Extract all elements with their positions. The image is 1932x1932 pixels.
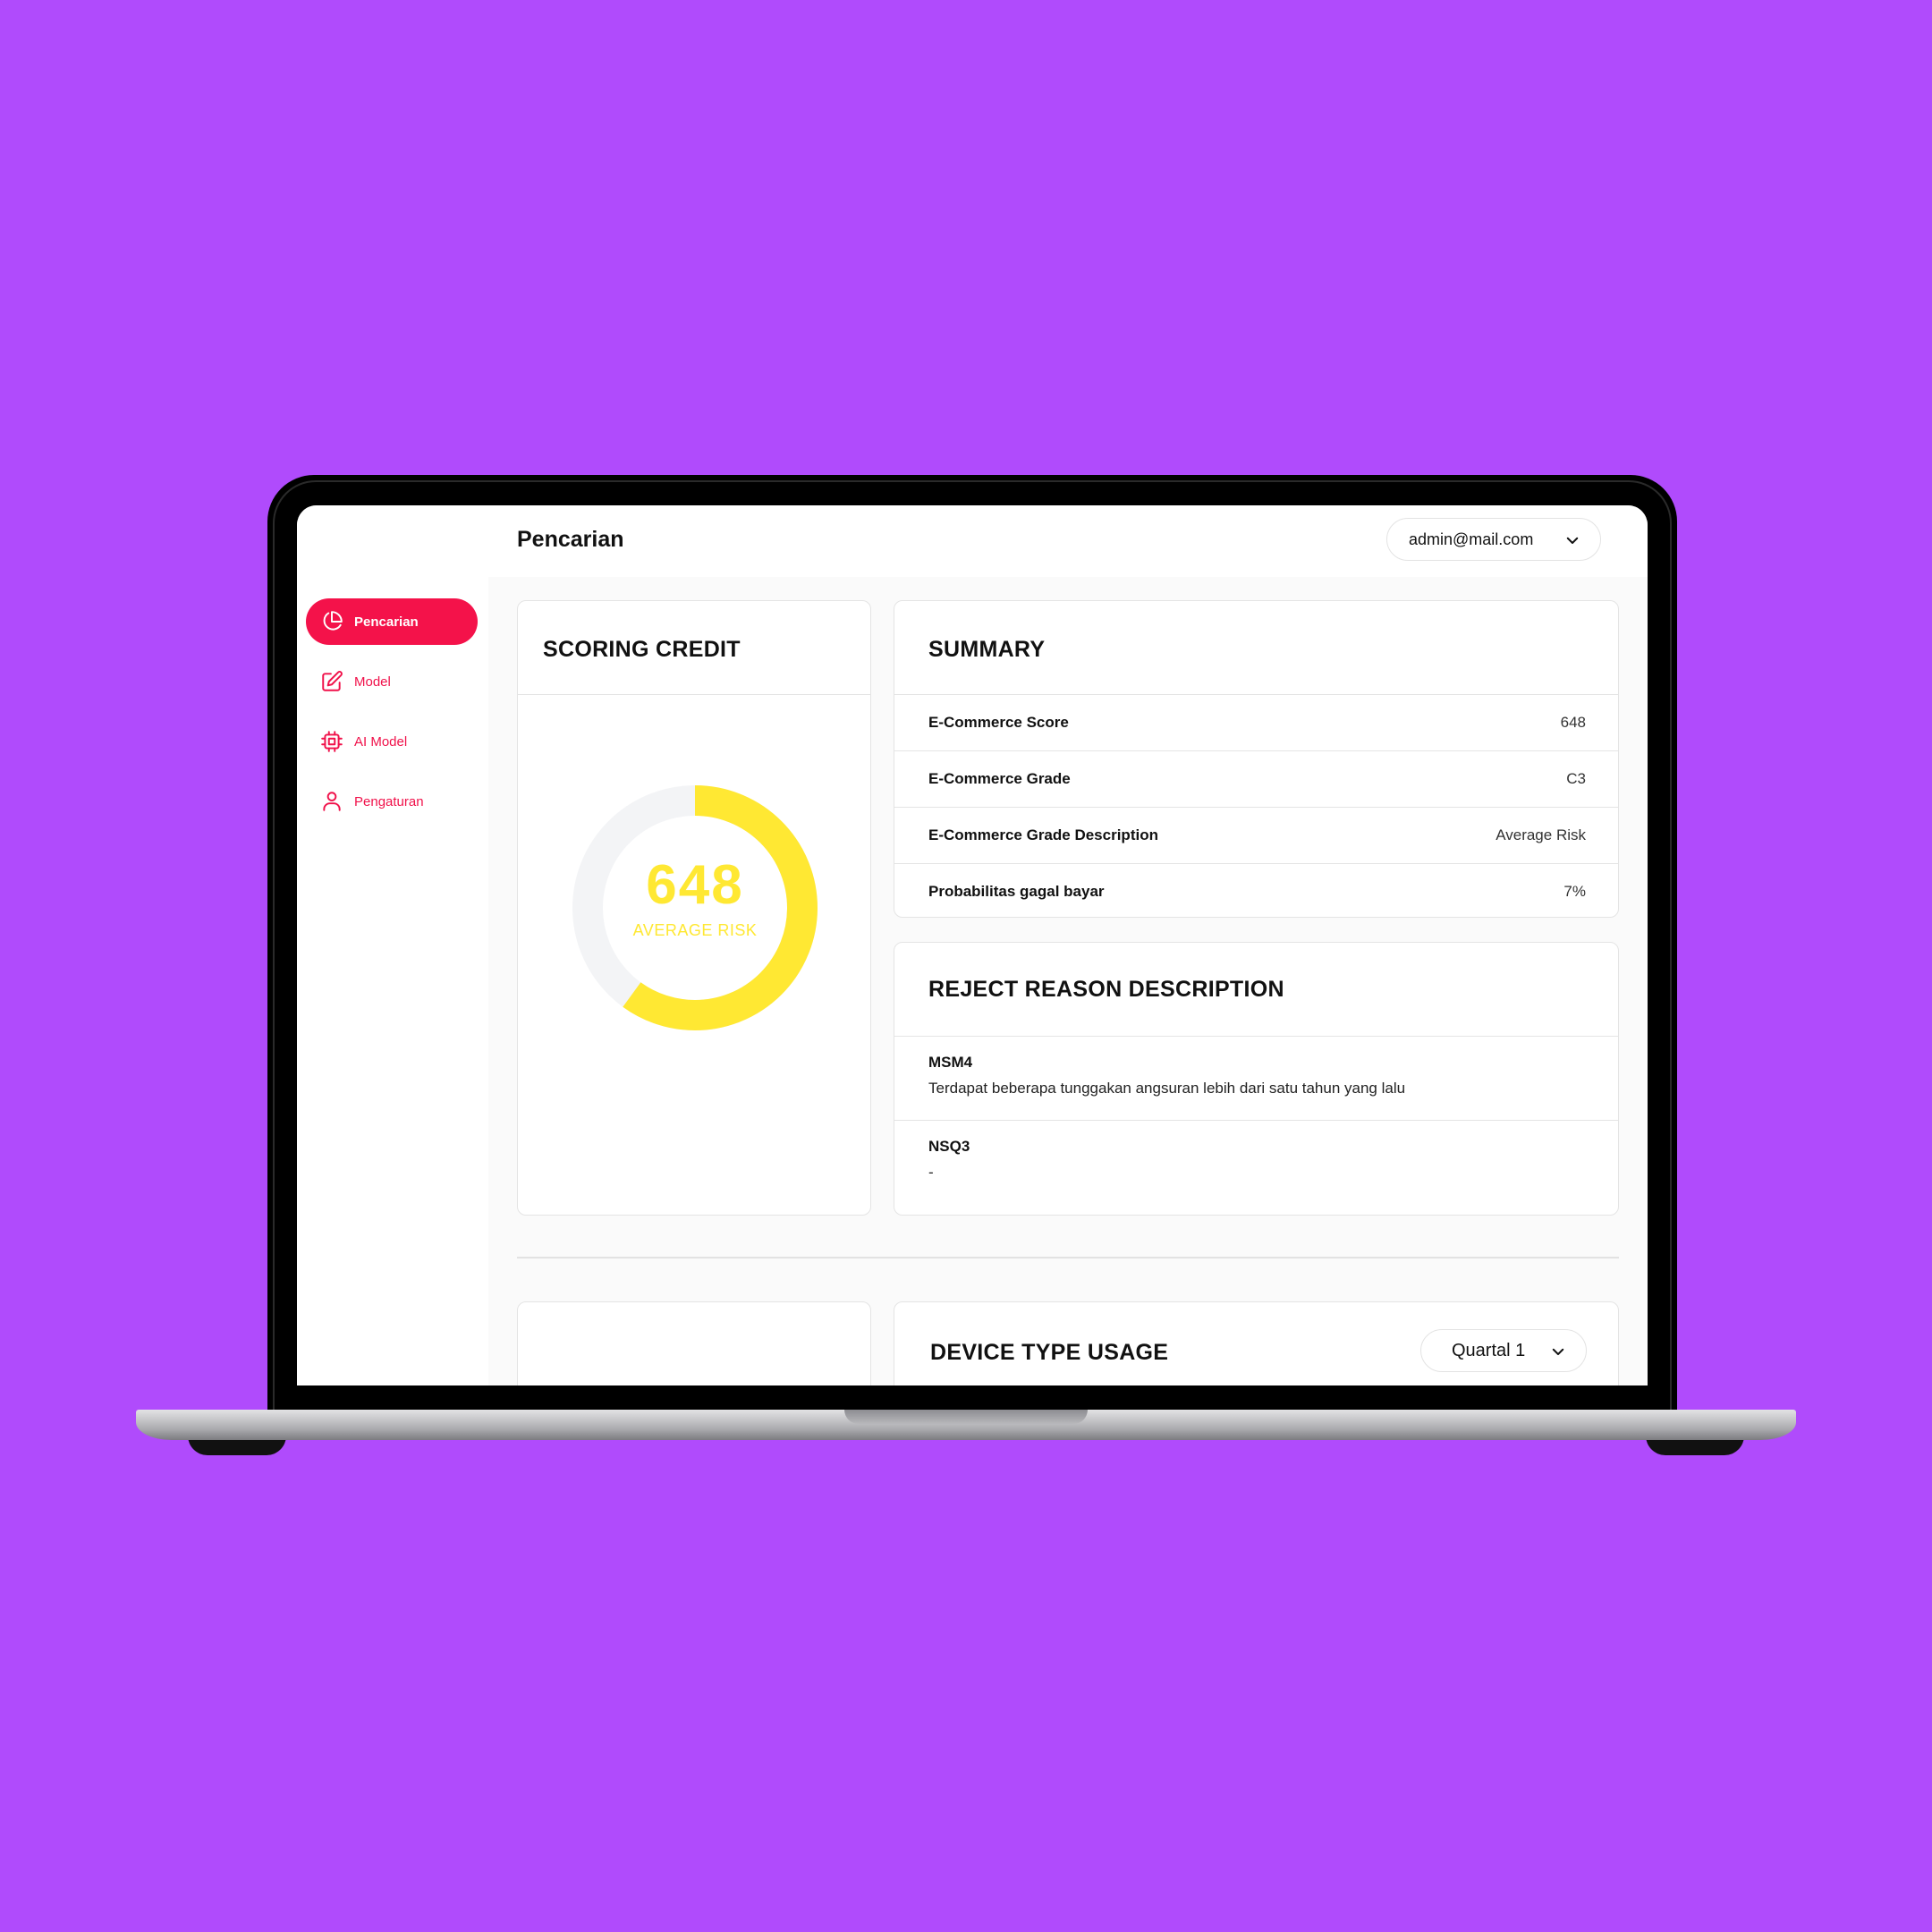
card-divider: [894, 1036, 1618, 1037]
scoring-credit-card: SCORING CREDIT 648 AVERAGE RISK: [517, 600, 871, 1216]
reason-description: -: [928, 1164, 934, 1181]
sidebar-item-model[interactable]: Model: [306, 658, 478, 705]
card-divider: [518, 694, 870, 695]
sidebar-item-pencarian[interactable]: Pencarian: [306, 598, 478, 645]
summary-value: Average Risk: [1496, 826, 1586, 843]
device-chart-card: [517, 1301, 871, 1385]
edit-icon: [322, 671, 343, 691]
reject-reason-card: REJECT REASON DESCRIPTION MSM4 Terdapat …: [894, 942, 1619, 1216]
sidebar: Pencarian Model AI Model Pengaturan: [297, 505, 488, 1385]
sidebar-item-label: Pencarian: [354, 614, 419, 630]
summary-label: E-Commerce Grade: [928, 770, 1071, 787]
device-type-usage-card: DEVICE TYPE USAGE Quartal 1: [894, 1301, 1619, 1385]
summary-value: 7%: [1563, 883, 1586, 900]
sidebar-item-ai-model[interactable]: AI Model: [306, 718, 478, 765]
chevron-down-icon: [1566, 537, 1579, 544]
summary-value: 648: [1560, 714, 1586, 731]
user-icon: [323, 792, 341, 811]
sidebar-item-label: Model: [354, 674, 391, 690]
quartal-selected: Quartal 1: [1452, 1340, 1526, 1360]
laptop-notch: [844, 1410, 1088, 1424]
summary-title: SUMMARY: [928, 637, 1046, 662]
summary-row: E-Commerce Score 648: [894, 695, 1618, 750]
sidebar-item-pengaturan[interactable]: Pengaturan: [306, 778, 478, 825]
user-account-dropdown[interactable]: admin@mail.com: [1386, 518, 1601, 561]
summary-card: SUMMARY E-Commerce Score 648 E-Commerce …: [894, 600, 1619, 918]
summary-value: C3: [1566, 770, 1586, 787]
reject-reason-title: REJECT REASON DESCRIPTION: [928, 977, 1284, 1002]
scoring-credit-title: SCORING CREDIT: [543, 637, 741, 662]
reason-code: NSQ3: [928, 1138, 970, 1155]
chevron-down-icon: [1552, 1348, 1564, 1355]
summary-label: Probabilitas gagal bayar: [928, 883, 1105, 900]
summary-label: E-Commerce Score: [928, 714, 1069, 731]
reason-code: MSM4: [928, 1054, 973, 1071]
sidebar-item-label: Pengaturan: [354, 793, 424, 809]
summary-label: E-Commerce Grade Description: [928, 826, 1158, 843]
top-header: Pencarian admin@mail.com: [488, 505, 1648, 577]
gauge-score: 648: [646, 854, 744, 916]
row-divider: [894, 1120, 1618, 1121]
sidebar-item-label: AI Model: [354, 733, 408, 750]
app-screen: Pencarian Model AI Model Pengaturan Penc…: [297, 505, 1648, 1385]
quartal-dropdown[interactable]: Quartal 1: [1420, 1329, 1587, 1372]
summary-row: E-Commerce Grade Description Average Ris…: [894, 808, 1618, 863]
pie-chart-icon: [323, 611, 343, 631]
device-type-usage-title: DEVICE TYPE USAGE: [930, 1340, 1169, 1365]
cpu-chip-icon: [321, 731, 343, 752]
reason-description: Terdapat beberapa tunggakan angsuran leb…: [928, 1080, 1406, 1097]
user-email: admin@mail.com: [1409, 530, 1534, 548]
gauge-risk-label: AVERAGE RISK: [632, 921, 758, 939]
summary-row: Probabilitas gagal bayar 7%: [894, 864, 1618, 917]
page-title: Pencarian: [517, 527, 624, 552]
section-divider: [517, 1257, 1619, 1258]
summary-row: E-Commerce Grade C3: [894, 751, 1618, 807]
